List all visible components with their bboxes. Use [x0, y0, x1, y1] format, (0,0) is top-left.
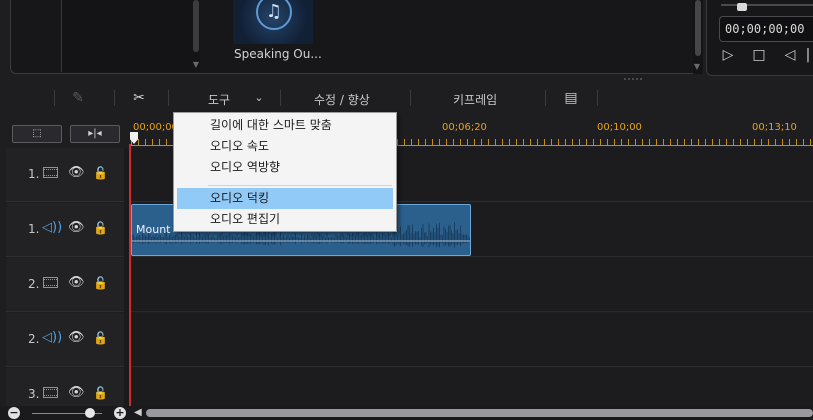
timeline-bottom-bar: − + ◀: [0, 406, 813, 420]
menu-item-smart-fit[interactable]: 길이에 대한 스마트 맞춤: [177, 115, 393, 136]
track-number: 2.: [28, 277, 40, 291]
timecode-display[interactable]: 00;00;00;00: [719, 16, 813, 42]
unlock-icon[interactable]: 🔓: [93, 385, 108, 401]
scroll-down-arrow-icon[interactable]: ▼: [192, 60, 200, 69]
speaker-icon: ◁)): [42, 220, 63, 235]
scroll-left-arrow-icon[interactable]: ◀: [134, 407, 142, 418]
eye-icon[interactable]: 👁: [68, 331, 85, 345]
tools-dropdown-menu: 길이에 대한 스마트 맞춤 오디오 속도 오디오 역방향 오디오 덕킹 오디오 …: [173, 112, 397, 232]
track-lane-audio-2[interactable]: [131, 313, 813, 367]
track-number: 2.: [28, 332, 40, 346]
video-track-icon: [42, 386, 58, 400]
toolbar-divider: [54, 90, 55, 106]
menu-item-audio-editor[interactable]: 오디오 편집기: [177, 209, 393, 230]
zoom-out-icon[interactable]: −: [8, 407, 20, 419]
toolbar-divider: [168, 90, 169, 106]
speaker-icon: ◁)): [42, 330, 63, 345]
track-header-video-3[interactable]: 3. 👁 🔓: [6, 368, 124, 408]
track-header-video-2[interactable]: 2. 👁 🔓: [6, 258, 124, 312]
toolbar-divider: [545, 90, 546, 106]
seek-knob[interactable]: [737, 3, 747, 11]
track-lane-video-2[interactable]: [131, 258, 813, 312]
scrollbar-thumb[interactable]: [695, 0, 701, 56]
audio-clip-label: Mount: [136, 223, 171, 236]
track-number: 1.: [28, 222, 40, 236]
keyframe-button[interactable]: 키프레임: [453, 91, 497, 108]
toolbar-divider: [280, 90, 281, 106]
ruler-label: 00;10;00: [597, 122, 642, 133]
zoom-in-icon[interactable]: +: [114, 407, 126, 419]
scissors-icon[interactable]: ✂: [129, 89, 149, 107]
subtitle-icon[interactable]: ▤: [561, 89, 581, 107]
panel-resize-grip[interactable]: [624, 78, 642, 82]
media-library-panel: ▼ ▼: [10, 0, 703, 74]
unlock-icon[interactable]: 🔓: [93, 330, 108, 346]
timeline-tracks: 1. 👁 🔓 1. ◁)) 👁 🔓 2. 👁 🔓 2. ◁)) 👁 🔓 3. 👁…: [0, 148, 813, 408]
preview-seek-bar[interactable]: [721, 3, 813, 11]
scroll-down-arrow-icon[interactable]: ▼: [693, 62, 701, 71]
video-track-icon: [42, 166, 58, 180]
menu-item-audio-ducking[interactable]: 오디오 덕킹: [177, 188, 393, 209]
toolbar-divider: [114, 90, 115, 106]
track-header-video-1[interactable]: 1. 👁 🔓: [6, 148, 124, 202]
toolbar-divider: [597, 90, 598, 106]
library-media-scrollbar[interactable]: ▼: [693, 0, 703, 74]
timeline-toolbar: ✎ ✂ 도구 ⌄ 수정 / 향상 키프레임 ▤: [0, 84, 813, 114]
zoom-slider-knob[interactable]: [85, 408, 95, 418]
toolbar-divider: [410, 90, 411, 106]
chevron-down-icon[interactable]: ⌄: [249, 89, 269, 107]
music-note-icon: ♫: [265, 1, 283, 22]
play-icon[interactable]: ▷: [719, 46, 737, 64]
video-track-icon: [42, 276, 58, 290]
unlock-icon[interactable]: 🔓: [93, 165, 108, 181]
preview-panel: 00;00;00;00 ▷ □ ◁ |: [706, 0, 813, 76]
previous-frame-icon[interactable]: ◁: [781, 46, 799, 64]
ruler-label: 00;13;10: [752, 122, 797, 133]
eye-icon[interactable]: 👁: [68, 166, 85, 180]
media-item-label: Speaking Ou...: [234, 47, 322, 61]
tools-menu-button[interactable]: 도구: [208, 91, 230, 108]
ruler-label: 00;06;20: [442, 122, 487, 133]
scrollbar-thumb[interactable]: [193, 0, 199, 52]
library-folder-scrollbar[interactable]: ▼: [192, 0, 200, 72]
stop-icon[interactable]: □: [750, 46, 768, 64]
next-frame-icon[interactable]: |: [803, 46, 813, 64]
eye-icon[interactable]: 👁: [68, 276, 85, 290]
ruler-label: 00;00;00: [133, 122, 178, 133]
menu-divider: [208, 185, 392, 186]
eye-icon[interactable]: 👁: [68, 221, 85, 235]
timeline-header: ⬚ ▸|◂ 00;00;00 00;06;20 00;10;00 00;13;1…: [0, 122, 813, 146]
eye-icon[interactable]: 👁: [68, 386, 85, 400]
track-number: 1.: [28, 167, 40, 181]
unlock-icon[interactable]: 🔓: [93, 275, 108, 291]
track-number: 3.: [28, 387, 40, 401]
track-manager-button[interactable]: ⬚: [12, 125, 62, 143]
fix-enhance-button[interactable]: 수정 / 향상: [314, 91, 370, 108]
unlock-icon[interactable]: 🔓: [93, 220, 108, 236]
track-header-audio-2[interactable]: 2. ◁)) 👁 🔓: [6, 313, 124, 367]
media-thumbnail[interactable]: ♫: [233, 0, 313, 44]
timeline-horizontal-scrollbar[interactable]: [146, 409, 813, 417]
track-lane-video-3[interactable]: [131, 368, 813, 408]
library-folder-panel[interactable]: [61, 0, 195, 72]
fit-timeline-button[interactable]: ▸|◂: [70, 125, 120, 143]
menu-item-audio-reverse[interactable]: 오디오 역방향: [177, 157, 393, 178]
playhead-line[interactable]: [129, 144, 131, 408]
menu-item-audio-speed[interactable]: 오디오 속도: [177, 136, 393, 157]
pen-icon[interactable]: ✎: [68, 89, 88, 107]
track-header-audio-1[interactable]: 1. ◁)) 👁 🔓: [6, 203, 124, 257]
